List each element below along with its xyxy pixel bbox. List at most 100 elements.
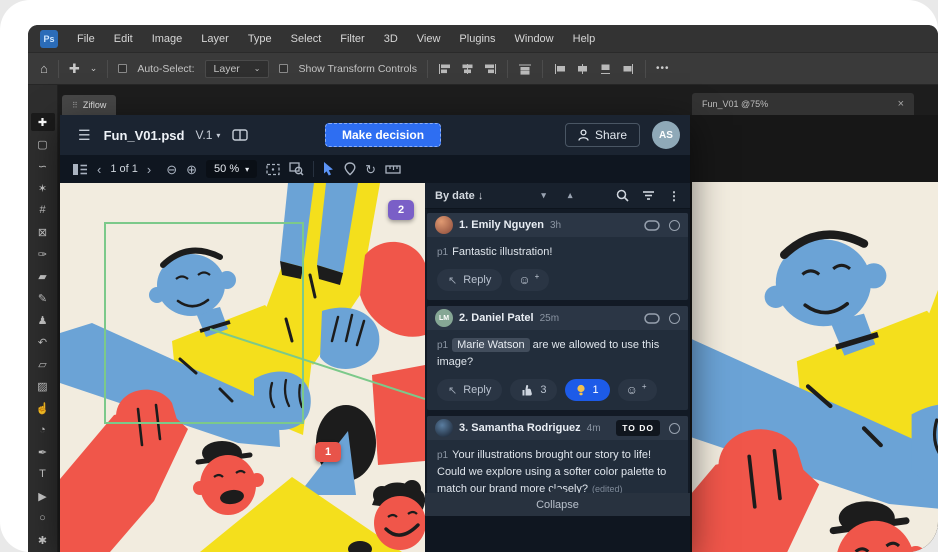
menu-file[interactable]: File [77,33,95,45]
menu-edit[interactable]: Edit [114,33,133,45]
menu-filter[interactable]: Filter [340,33,364,45]
eraser-tool[interactable]: ▱ [31,355,55,373]
eyedropper-tool[interactable]: ✑ [31,245,55,263]
align-top-icon[interactable] [518,63,532,75]
menu-3d[interactable]: 3D [384,33,398,45]
gradient-tool[interactable]: ▨ [31,377,55,395]
align-right-icon[interactable] [484,63,497,75]
idea-reaction-button[interactable]: 1 [565,379,609,401]
frame-tool[interactable]: ⊠ [31,223,55,241]
fit-screen-icon[interactable] [266,163,280,176]
pen-tool[interactable]: ✒ [31,443,55,461]
proof-canvas[interactable]: 2 1 [60,183,425,552]
zoom-level-select[interactable]: 50 % ▾ [206,160,257,178]
reply-button[interactable]: ↖ Reply [437,379,502,401]
user-avatar[interactable]: AS [652,121,680,149]
stamp-tool[interactable]: ♟ [31,311,55,329]
healing-tool[interactable]: ▰ [31,267,55,285]
share-button[interactable]: Share [565,123,640,147]
crop-tool[interactable]: # [31,201,55,219]
brush-tool[interactable]: ✎ [31,289,55,307]
lasso-tool[interactable]: ∽ [31,157,55,175]
zoom-area-icon[interactable] [289,162,304,176]
thread-icon[interactable] [644,313,660,324]
shape-tool[interactable]: ○ [31,509,55,527]
comment-pin-1[interactable]: 1 [315,442,341,462]
close-icon[interactable]: × [898,98,904,110]
distribute-left-icon[interactable] [553,63,566,75]
type-tool[interactable]: T [31,465,55,483]
chevron-up-icon[interactable]: ▴ [568,190,573,201]
comment-actions: ↖ Reply 3 1 [427,373,688,410]
like-reaction-button[interactable]: 3 [510,379,557,401]
move-tool-icon[interactable]: ✚ [69,62,80,75]
comment-pin-icon[interactable] [344,162,356,176]
thread-icon[interactable] [644,220,660,231]
menu-plugins[interactable]: Plugins [459,33,495,45]
zoom-out-icon[interactable]: ⊖ [166,163,177,176]
more-options-icon[interactable]: ••• [656,63,670,74]
menu-help[interactable]: Help [573,33,596,45]
compare-versions-icon[interactable] [232,129,248,141]
mention-chip[interactable]: Marie Watson [452,338,529,352]
status-circle-icon[interactable] [669,423,680,434]
make-decision-button[interactable]: Make decision [325,123,441,147]
move-tool[interactable]: ✚ [31,113,55,131]
thumbnails-panel-icon[interactable] [72,163,88,176]
ziflow-header: ☰ Fun_V01.psd V.1 ▾ Make decision Share … [60,115,690,155]
history-brush-tool[interactable]: ↶ [31,333,55,351]
show-transform-checkbox[interactable] [279,64,288,73]
version-select[interactable]: V.1 ▾ [195,128,220,142]
status-circle-icon[interactable] [669,313,680,324]
ruler-icon[interactable] [385,164,401,175]
menu-view[interactable]: View [417,33,441,45]
ziflow-panel-tab[interactable]: ⠿ Ziflow [62,95,116,115]
collapse-button[interactable]: Collapse [425,493,690,516]
zoom-in-icon[interactable]: ⊕ [186,163,197,176]
auto-select-checkbox[interactable] [118,64,127,73]
path-select-tool[interactable]: ▶ [31,487,55,505]
menu-layer[interactable]: Layer [201,33,229,45]
prev-page-icon[interactable]: ‹ [97,163,101,176]
filter-icon[interactable] [642,190,655,201]
align-center-icon[interactable] [461,63,474,75]
comment-card[interactable]: LM 2. Daniel Patel 25m [427,306,688,410]
canvas-illustration [60,183,425,552]
menu-type[interactable]: Type [248,33,272,45]
sort-by-select[interactable]: By date ↓ [435,190,483,202]
status-badge[interactable]: TO DO [616,420,660,436]
distribute-center-icon[interactable] [576,63,589,75]
dodge-tool[interactable]: ◔ [31,421,55,439]
next-page-icon[interactable]: › [147,163,151,176]
chevron-down-icon[interactable]: ⌄ [90,64,98,73]
document-view[interactable] [690,115,938,552]
smudge-tool[interactable]: ☝ [31,399,55,417]
distribute-vertical-icon[interactable] [599,63,612,75]
home-icon[interactable]: ⌂ [40,62,48,75]
hand-tool[interactable]: ✱ [31,531,55,549]
search-icon[interactable] [616,189,629,202]
ziflow-tab-label: Ziflow [83,100,107,110]
select-cursor-icon[interactable] [323,162,335,176]
layer-select[interactable]: Layer ⌄ [205,60,270,78]
distribute-right-icon[interactable] [622,63,635,75]
document-tab[interactable]: Fun_V01 @75% × [692,93,914,115]
photoshop-logo-icon[interactable]: Ps [40,30,58,48]
comment-card[interactable]: 1. Emily Nguyen 3h p1Fantastic illustrat… [427,213,688,300]
reply-button[interactable]: ↖ Reply [437,269,502,291]
menu-image[interactable]: Image [152,33,183,45]
menu-icon[interactable]: ☰ [78,127,91,144]
menu-window[interactable]: Window [515,33,554,45]
rotate-icon[interactable]: ↻ [365,163,376,176]
status-circle-icon[interactable] [669,220,680,231]
marquee-tool[interactable]: ▢ [31,135,55,153]
menu-select[interactable]: Select [291,33,322,45]
add-reaction-button[interactable]: ☺+ [618,379,657,401]
document-canvas-illustration [692,182,938,552]
chevron-down-icon[interactable]: ▾ [541,190,546,201]
align-left-icon[interactable] [438,63,451,75]
comment-pin-2[interactable]: 2 [388,200,414,220]
quick-select-tool[interactable]: ✶ [31,179,55,197]
kebab-menu-icon[interactable]: ⋮ [668,189,680,203]
add-reaction-button[interactable]: ☺+ [510,269,549,291]
